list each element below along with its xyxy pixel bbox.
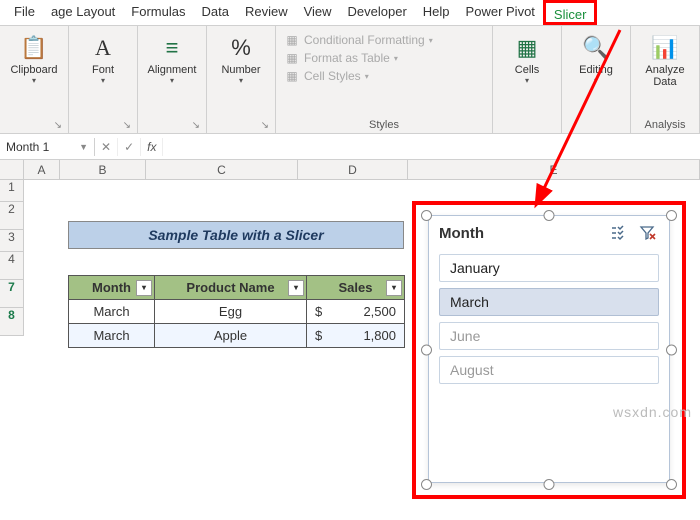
alignment-button[interactable]: ≡Alignment▾ <box>142 30 202 85</box>
cell-month[interactable]: March <box>69 324 155 348</box>
group-clipboard: 📋Clipboard▾ ↘ <box>0 26 69 133</box>
chevron-down-icon: ▼ <box>79 142 88 152</box>
worksheet: A B C D E 1 2 3 4 7 8 Sample Table with … <box>0 160 700 520</box>
row-3[interactable]: 3 <box>0 230 24 252</box>
clipboard-icon: 📋 <box>20 34 48 62</box>
tab-help[interactable]: Help <box>415 0 458 25</box>
ribbon: 📋Clipboard▾ ↘ AFont▾ ↘ ≡Alignment▾ ↘ %Nu… <box>0 26 700 134</box>
tab-slicer[interactable]: Slicer <box>543 0 598 25</box>
slicer-option-january[interactable]: January <box>439 254 659 282</box>
tab-formulas[interactable]: Formulas <box>123 0 193 25</box>
tab-data[interactable]: Data <box>193 0 236 25</box>
font-icon: A <box>89 34 117 62</box>
formula-input[interactable] <box>163 145 700 149</box>
cancel-formula-button[interactable]: ✕ <box>95 138 118 156</box>
row-8[interactable]: 8 <box>0 308 24 336</box>
col-e[interactable]: E <box>408 160 700 179</box>
tab-power-pivot[interactable]: Power Pivot <box>458 0 543 25</box>
group-styles: ▦Conditional Formatting ▾ ▦Format as Tab… <box>276 26 493 133</box>
slicer-option-august[interactable]: August <box>439 356 659 384</box>
filter-icon[interactable]: ▾ <box>288 280 304 296</box>
slicer-option-march[interactable]: March <box>439 288 659 316</box>
slicer-title: Month <box>439 225 603 242</box>
col-b[interactable]: B <box>60 160 146 179</box>
font-button[interactable]: AFont▾ <box>73 30 133 85</box>
row-4[interactable]: 4 <box>0 252 24 280</box>
tab-page-layout[interactable]: age Layout <box>43 0 123 25</box>
tab-file[interactable]: File <box>6 0 43 25</box>
number-button[interactable]: %Number▾ <box>211 30 271 85</box>
cond-format-icon: ▦ <box>284 32 300 48</box>
cells-icon: ▦ <box>513 34 541 62</box>
tab-view[interactable]: View <box>296 0 340 25</box>
search-icon: 🔍 <box>582 34 610 62</box>
row-7[interactable]: 7 <box>0 280 24 308</box>
conditional-formatting-button[interactable]: ▦Conditional Formatting ▾ <box>284 32 484 48</box>
col-a[interactable]: A <box>24 160 60 179</box>
cell-sales[interactable]: $2,500 <box>307 300 405 324</box>
column-headers: A B C D E <box>0 160 700 180</box>
cell-styles-icon: ▦ <box>284 68 300 84</box>
name-box[interactable]: Month 1▼ <box>0 138 95 156</box>
group-number: %Number▾ ↘ <box>207 26 276 133</box>
cells-button[interactable]: ▦Cells▾ <box>497 30 557 85</box>
col-c[interactable]: C <box>146 160 298 179</box>
row-headers: 1 2 3 4 7 8 <box>0 180 24 336</box>
group-font: AFont▾ ↘ <box>69 26 138 133</box>
dialog-launcher-font[interactable]: ↘ <box>121 120 133 131</box>
multi-select-icon[interactable] <box>609 222 631 244</box>
filter-icon[interactable]: ▾ <box>136 280 152 296</box>
slicer-options: January March June August <box>429 250 669 388</box>
table-row: March Egg $2,500 <box>69 300 405 324</box>
header-product[interactable]: Product Name▾ <box>155 276 307 300</box>
filter-icon[interactable]: ▾ <box>386 280 402 296</box>
clear-filter-icon[interactable] <box>637 222 659 244</box>
chart-icon: 📊 <box>651 34 679 62</box>
dialog-launcher-alignment[interactable]: ↘ <box>190 120 202 131</box>
cell-sales[interactable]: $1,800 <box>307 324 405 348</box>
group-alignment: ≡Alignment▾ ↘ <box>138 26 207 133</box>
dialog-launcher-clipboard[interactable]: ↘ <box>52 120 64 131</box>
select-all-triangle[interactable] <box>0 160 24 179</box>
watermark: wsxdn.com <box>613 404 692 420</box>
group-cells: ▦Cells▾ <box>493 26 562 133</box>
header-month[interactable]: Month▾ <box>69 276 155 300</box>
table-header-row: Month▾ Product Name▾ Sales▾ <box>69 276 405 300</box>
header-sales[interactable]: Sales▾ <box>307 276 405 300</box>
group-editing: 🔍Editing▾ <box>562 26 631 133</box>
sample-table: Month▾ Product Name▾ Sales▾ March Egg $2… <box>68 275 405 348</box>
analyze-data-button[interactable]: 📊Analyze Data <box>635 30 695 88</box>
cell-styles-button[interactable]: ▦Cell Styles ▾ <box>284 68 484 84</box>
cell-product[interactable]: Egg <box>155 300 307 324</box>
ribbon-tabs: File age Layout Formulas Data Review Vie… <box>0 0 700 26</box>
row-2[interactable]: 2 <box>0 202 24 230</box>
title-cell[interactable]: Sample Table with a Slicer <box>68 221 404 249</box>
fx-button[interactable]: fx <box>141 138 163 156</box>
percent-icon: % <box>227 34 255 62</box>
group-analysis: 📊Analyze Data Analysis <box>631 26 700 133</box>
cell-product[interactable]: Apple <box>155 324 307 348</box>
dialog-launcher-number[interactable]: ↘ <box>259 120 271 131</box>
slicer-highlight-frame: Month January March June August <box>412 201 686 499</box>
table-format-icon: ▦ <box>284 50 300 66</box>
slicer-panel[interactable]: Month January March June August <box>428 215 670 483</box>
slicer-header: Month <box>429 216 669 250</box>
tab-review[interactable]: Review <box>237 0 296 25</box>
row-1[interactable]: 1 <box>0 180 24 202</box>
slicer-option-june[interactable]: June <box>439 322 659 350</box>
table-row: March Apple $1,800 <box>69 324 405 348</box>
confirm-formula-button[interactable]: ✓ <box>118 138 141 156</box>
cell-month[interactable]: March <box>69 300 155 324</box>
col-d[interactable]: D <box>298 160 408 179</box>
editing-button[interactable]: 🔍Editing▾ <box>566 30 626 85</box>
align-icon: ≡ <box>158 34 186 62</box>
tab-developer[interactable]: Developer <box>340 0 415 25</box>
formula-bar: Month 1▼ ✕ ✓ fx <box>0 134 700 160</box>
paste-button[interactable]: 📋Clipboard▾ <box>4 30 64 85</box>
format-as-table-button[interactable]: ▦Format as Table ▾ <box>284 50 484 66</box>
